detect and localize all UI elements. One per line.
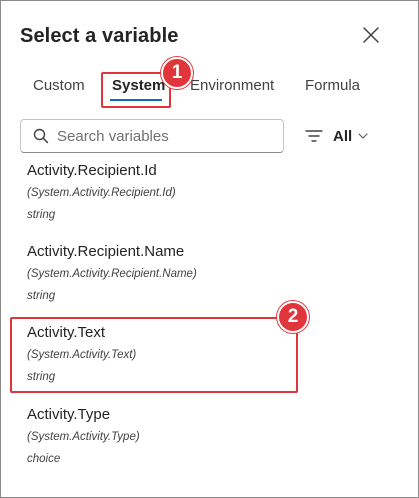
callout-badge-1: 1 [161,57,193,89]
callout-badge-2: 2 [277,301,309,333]
filter-icon [305,130,323,142]
variable-type: string [27,209,56,221]
variable-path: (System.Activity.Recipient.Id) [27,187,176,199]
close-button[interactable] [359,23,383,47]
filter-label: All [333,127,353,145]
tab-custom[interactable]: Custom [33,77,85,94]
variable-name: Activity.Recipient.Name [27,243,185,260]
variable-item-recipient-name[interactable]: Activity.Recipient.Name (System.Activity… [27,243,287,303]
filter-dropdown[interactable]: All [305,123,368,149]
select-variable-dialog: Select a variable Custom System Environm… [0,0,419,498]
chevron-down-icon [358,133,368,139]
search-input[interactable] [57,127,267,145]
variable-path: (System.Activity.Recipient.Name) [27,268,197,280]
close-icon [363,27,379,43]
search-box[interactable] [20,119,284,153]
tab-formula[interactable]: Formula [305,77,360,94]
tab-environment[interactable]: Environment [190,77,274,94]
variable-name: Activity.Recipient.Id [27,162,157,179]
variable-path: (System.Activity.Type) [27,431,140,443]
dialog-title: Select a variable [20,25,179,47]
variable-item-recipient-id[interactable]: Activity.Recipient.Id (System.Activity.R… [27,162,287,222]
activity-text-highlight [10,317,298,393]
variable-name: Activity.Type [27,406,111,423]
variable-item-activity-type[interactable]: Activity.Type (System.Activity.Type) cho… [27,406,287,466]
search-icon [33,128,49,144]
variable-type: string [27,290,56,302]
variable-type: choice [27,453,61,465]
system-tab-highlight [101,72,171,108]
variable-tabs: Custom System Environment Formula [1,77,418,99]
